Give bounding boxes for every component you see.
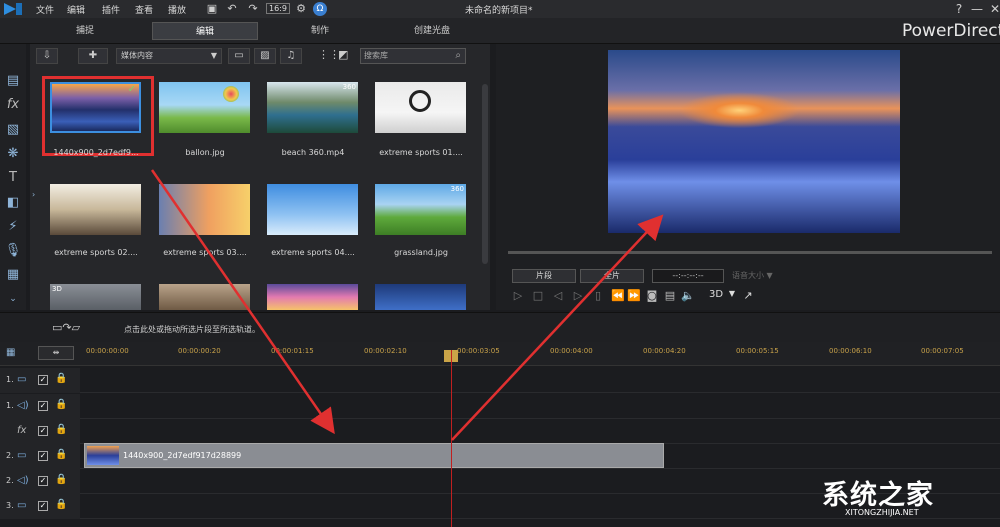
arrow-library-to-timeline [150,169,335,435]
annotation-arrows [150,169,664,441]
watermark-url: XITONGZHIJIA.NET [845,508,919,517]
watermark-logo: 系统之家 [822,480,934,511]
arrow-timeline-to-preview [451,214,664,441]
